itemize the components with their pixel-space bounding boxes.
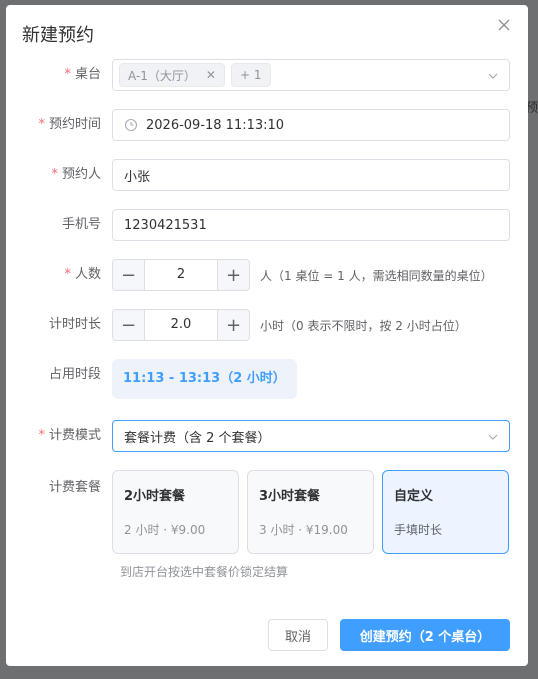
- close-icon[interactable]: [496, 17, 512, 33]
- tag-close-icon[interactable]: ✕: [206, 68, 216, 82]
- guests-plus-button[interactable]: +: [217, 260, 249, 290]
- package-card-3h[interactable]: 3小时套餐 3 小时 · ¥19.00: [247, 470, 374, 554]
- chevron-down-icon: [488, 434, 498, 440]
- table-select[interactable]: A-1（大厅） ✕ + 1: [112, 59, 510, 91]
- table-tag: A-1（大厅） ✕: [119, 63, 225, 87]
- duration-plus-button[interactable]: +: [217, 310, 249, 340]
- packages-label: 计费套餐: [48, 480, 101, 495]
- duration-hint: 小时（0 表示不限时，按 2 小时占位）: [260, 318, 467, 333]
- period-label: 占用时段: [48, 367, 101, 382]
- time-value: 2026-09-18 11:13:10: [146, 117, 285, 133]
- dialog-title: 新建预约: [22, 25, 94, 46]
- billing-select[interactable]: 套餐计费（含 2 个套餐）: [112, 420, 510, 452]
- duration-minus-button[interactable]: −: [113, 310, 145, 340]
- guests-label: * 人数: [64, 267, 101, 282]
- package-card-2h[interactable]: 2小时套餐 2 小时 · ¥9.00: [112, 470, 239, 554]
- chevron-down-icon: [488, 73, 498, 79]
- guests-stepper: − 2 +: [112, 259, 250, 291]
- guests-value[interactable]: 2: [145, 260, 217, 290]
- person-label: * 预约人: [51, 167, 101, 182]
- time-label: * 预约时间: [38, 117, 101, 132]
- guests-hint: 人（1 桌位 = 1 人，需选相同数量的桌位）: [260, 268, 493, 283]
- new-reservation-dialog: 新建预约 * 桌台 A-1（大厅） ✕ + 1 * 预约时间 2026-09-18 1…: [6, 5, 528, 666]
- packages-hint: 到店开台按选中套餐价锁定结算: [120, 565, 289, 579]
- guests-minus-button[interactable]: −: [113, 260, 145, 290]
- package-card-custom[interactable]: 自定义 手填时长: [382, 470, 509, 554]
- phone-input[interactable]: 1230421531: [112, 209, 510, 241]
- duration-stepper: − 2.0 +: [112, 309, 250, 341]
- duration-label: 计时时长: [48, 317, 101, 332]
- package-list: 2小时套餐 2 小时 · ¥9.00 3小时套餐 3 小时 · ¥19.00 自…: [112, 470, 510, 554]
- phone-label: 手机号: [61, 217, 101, 232]
- billing-label: * 计费模式: [38, 428, 101, 443]
- duration-value[interactable]: 2.0: [145, 310, 217, 340]
- time-picker[interactable]: 2026-09-18 11:13:10: [112, 109, 510, 141]
- period-value: 11:13 - 13:13（2 小时）: [112, 359, 297, 399]
- clock-icon: [124, 118, 138, 132]
- person-input[interactable]: 小张: [112, 159, 510, 191]
- create-reservation-button[interactable]: 创建预约（2 个桌台）: [340, 619, 510, 651]
- cancel-button[interactable]: 取消: [268, 619, 328, 651]
- table-tag-more: + 1: [230, 63, 271, 87]
- table-label: * 桌台: [64, 67, 101, 82]
